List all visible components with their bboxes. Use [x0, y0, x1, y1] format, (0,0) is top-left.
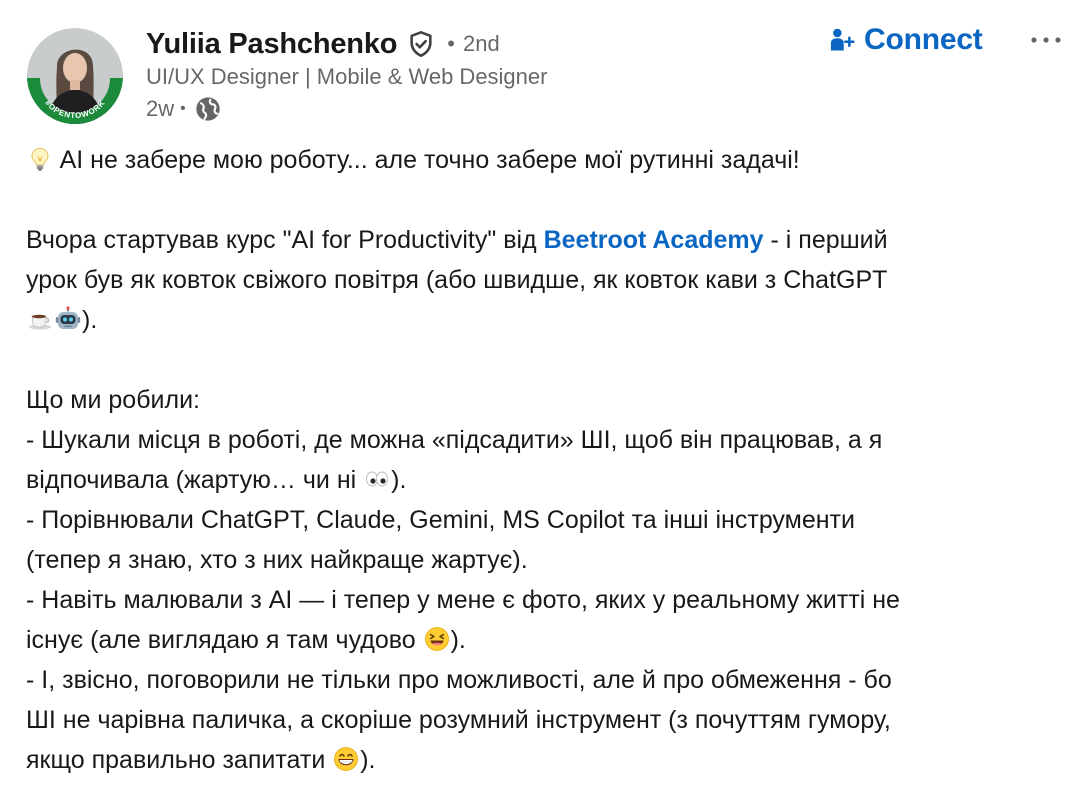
post-timestamp: 2w: [146, 96, 175, 121]
ellipsis-icon: [1029, 33, 1063, 48]
coffee-emoji: [27, 306, 53, 332]
post-text-segment: існує (але виглядаю я там чудово: [26, 626, 423, 654]
feed-post: #OPENTOWORK Yuliia Pashchenko • 2nd UI/U…: [0, 0, 1082, 804]
post-line-12: - І, звісно, поговорили не тільки про мо…: [26, 666, 892, 694]
post-line-3: урок був як ковток свіжого повітря (або …: [26, 266, 888, 294]
post-text-segment: ).: [82, 306, 98, 334]
light-bulb-emoji: [27, 146, 53, 172]
more-options-button[interactable]: [1022, 18, 1070, 62]
add-person-icon: [828, 26, 856, 54]
avatar-photo: #OPENTOWORK: [27, 28, 123, 124]
post-line-9: (тепер я знаю, хто з них найкраще жартує…: [26, 546, 528, 574]
post-text-segment: Вчора стартував курс "AI for Productivit…: [26, 226, 544, 254]
post-line-10: - Навіть малювали з AI — і тепер у мене …: [26, 586, 900, 614]
grinning-emoji: [333, 746, 359, 772]
post-line-2: Вчора стартував курс "AI for Productivit…: [26, 220, 1066, 260]
post-headline-text: AI не забере мою роботу... але точно заб…: [59, 146, 800, 174]
author-headline: UI/UX Designer | Mobile & Web Designer: [146, 64, 548, 89]
mention-beetroot-academy[interactable]: Beetroot Academy: [544, 226, 764, 254]
robot-emoji: [55, 306, 81, 332]
post-line-1: AI не забере мою роботу... але точно заб…: [26, 140, 1066, 180]
degree-separator: •: [447, 31, 455, 56]
globe-icon: [194, 95, 222, 123]
post-text-segment: якщо правильно запитати: [26, 746, 333, 774]
author-name[interactable]: Yuliia Pashchenko: [146, 28, 397, 61]
author-avatar[interactable]: #OPENTOWORK: [27, 28, 123, 124]
post-line-8: - Порівнювали ChatGPT, Claude, Gemini, M…: [26, 506, 855, 534]
connect-button[interactable]: Connect: [822, 18, 989, 62]
laughing-emoji: [424, 626, 450, 652]
post-text-segment: ).: [360, 746, 376, 774]
connection-degree: 2nd: [462, 31, 500, 56]
post-line-5: Що ми робили:: [26, 386, 200, 414]
post-text-segment: відпочивала (жартую… чи ні: [26, 466, 364, 494]
post-text: AI не забере мою роботу... але точно заб…: [26, 140, 1066, 780]
eyes-emoji: [364, 466, 390, 492]
post-text-segment: - і перший: [763, 226, 888, 254]
post-line-4: ).: [26, 300, 1066, 340]
post-meta: 2w •: [146, 94, 222, 124]
connect-label: Connect: [864, 23, 983, 56]
post-text-segment: ).: [391, 466, 407, 494]
meta-separator: •: [180, 100, 186, 117]
post-line-13: ШІ не чарівна паличка, а скоріше розумни…: [26, 706, 891, 734]
verified-shield-icon: [407, 30, 435, 58]
post-text-segment: ).: [450, 626, 466, 654]
post-line-7: відпочивала (жартую… чи ні ).: [26, 460, 1066, 500]
post-line-6: - Шукали місця в роботі, де можна «підса…: [26, 426, 883, 454]
post-line-11: існує (але виглядаю я там чудово ).: [26, 620, 1066, 660]
post-line-14: якщо правильно запитати ).: [26, 740, 1066, 780]
author-name-row: Yuliia Pashchenko • 2nd: [146, 24, 500, 64]
